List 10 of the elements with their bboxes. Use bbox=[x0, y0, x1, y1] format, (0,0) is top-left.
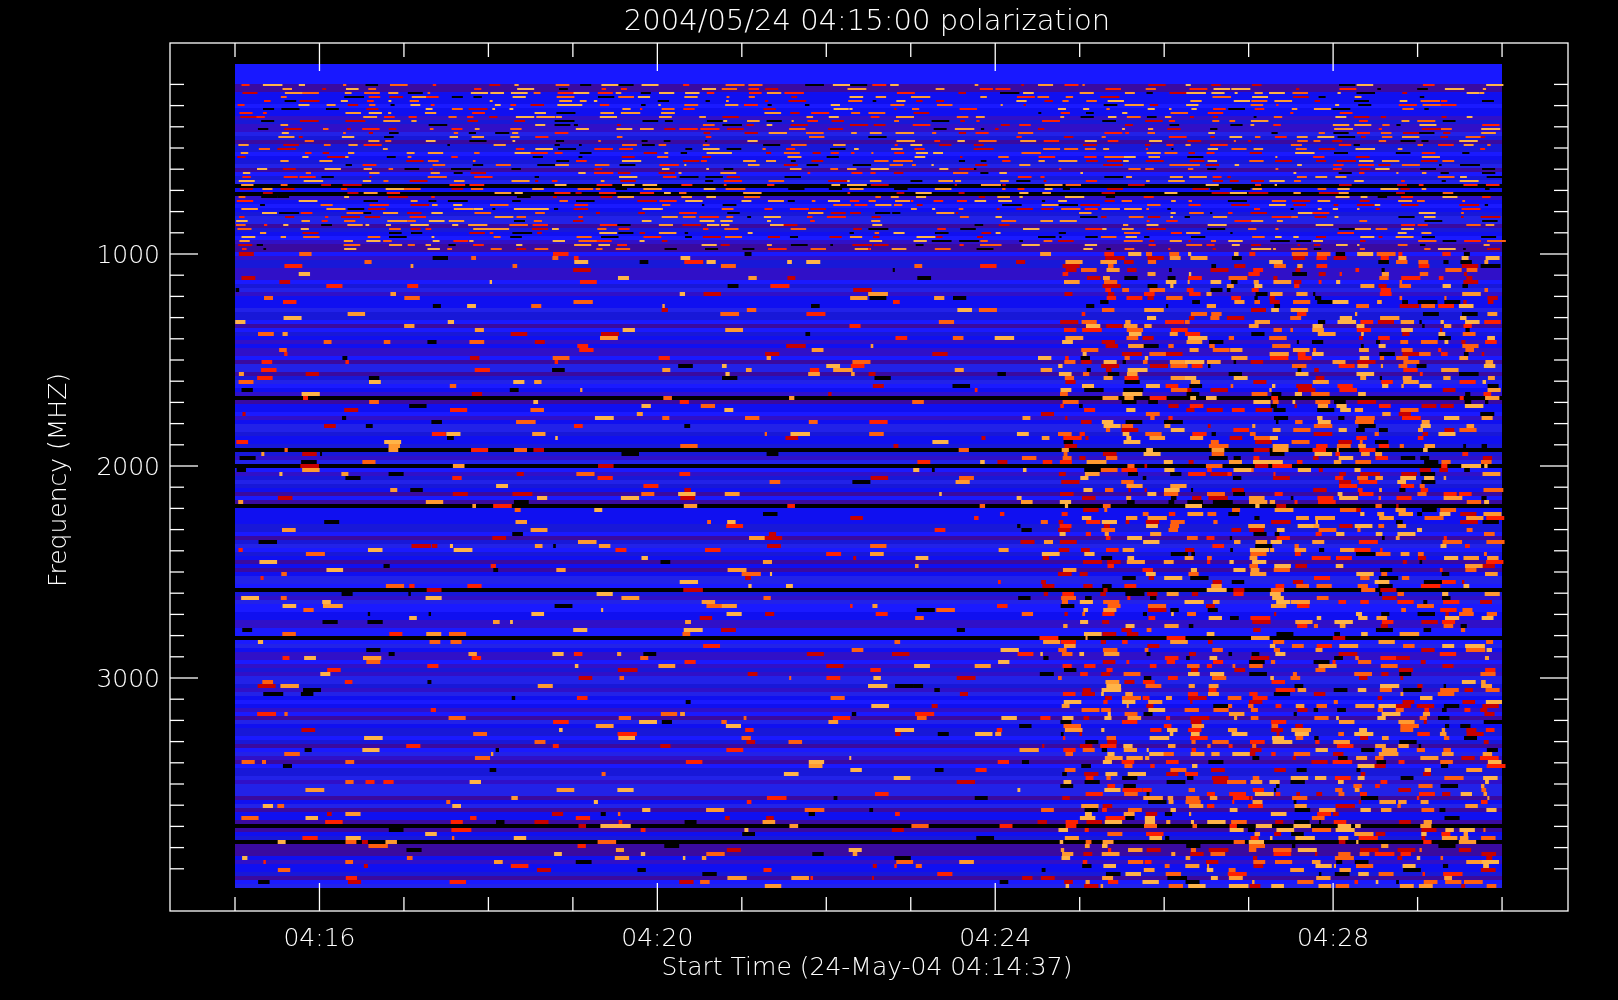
chart-title: 2004/05/24 04:15:00 polarization bbox=[623, 3, 1111, 37]
tick-label: 04:28 bbox=[1297, 923, 1370, 952]
tick-label: 04:16 bbox=[283, 923, 356, 952]
tick-label: 3000 bbox=[96, 664, 160, 693]
tick-label: 04:20 bbox=[621, 923, 694, 952]
axis-title: Start Time (24-May-04 04:14:37) bbox=[661, 952, 1073, 981]
axis-title: Frequency (MHZ) bbox=[43, 372, 72, 588]
tick-label: 2000 bbox=[96, 452, 160, 481]
tick-label: 04:24 bbox=[959, 923, 1032, 952]
tick-label: 1000 bbox=[96, 240, 160, 269]
